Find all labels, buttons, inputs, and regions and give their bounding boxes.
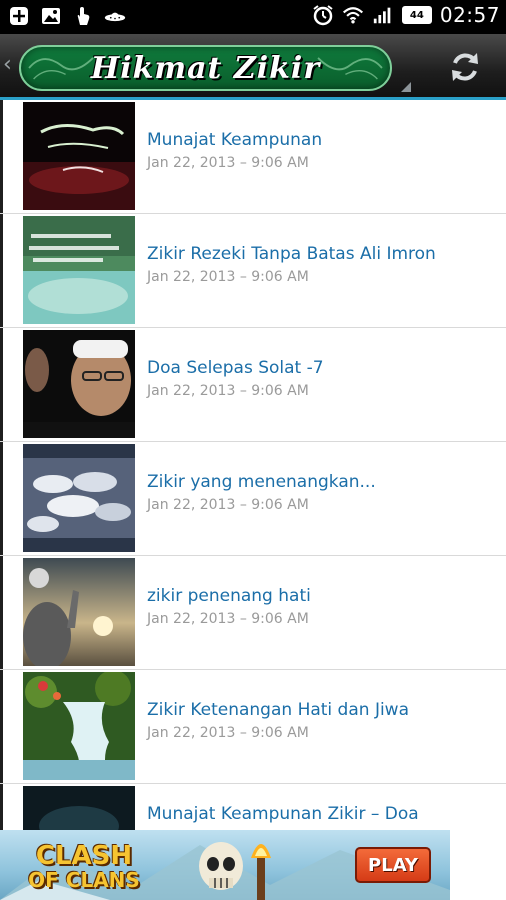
article-date: Jan 22, 2013 – 9:06 AM [147, 269, 309, 285]
ad-logo-line1: CLASH [35, 841, 133, 871]
row-edge [0, 214, 3, 327]
article-title[interactable]: Munajat Keampunan Zikir – Doa [147, 804, 497, 824]
article-thumbnail [23, 672, 135, 780]
row-edge [0, 670, 3, 783]
list-item[interactable]: Doa Selepas Solat -7 Jan 22, 2013 – 9:06… [0, 328, 506, 442]
clash-of-clans-logo: CLASH OF CLANS [16, 838, 152, 896]
article-date: Jan 22, 2013 – 9:06 AM [147, 155, 309, 171]
article-title[interactable]: zikir penenang hati [147, 586, 497, 606]
ad-banner[interactable]: CLASH OF CLANS PLAY [0, 830, 450, 900]
skeleton-torch-icon [199, 842, 271, 900]
ad-logo-line2: OF CLANS [28, 868, 140, 892]
article-date: Jan 22, 2013 – 9:06 AM [147, 725, 309, 741]
refresh-button[interactable] [440, 44, 490, 90]
article-title[interactable]: Doa Selepas Solat -7 [147, 358, 497, 378]
app-title-banner: Hikmat Zikir [19, 45, 392, 91]
article-date: Jan 22, 2013 – 9:06 AM [147, 497, 309, 513]
overflow-indicator-icon [401, 82, 411, 92]
article-date: Jan 22, 2013 – 9:06 AM [147, 383, 309, 399]
row-edge [0, 442, 3, 555]
add-box-icon [8, 5, 30, 27]
alarm-icon [312, 4, 334, 26]
list-item[interactable]: Zikir Ketenangan Hati dan Jiwa Jan 22, 2… [0, 670, 506, 784]
article-thumbnail [23, 330, 135, 438]
list-item[interactable]: Munajat Keampunan Zikir – Doa [0, 784, 506, 830]
article-thumbnail [23, 786, 135, 830]
row-edge [0, 100, 3, 213]
battery-icon: 44 [401, 6, 432, 24]
list-item[interactable]: zikir penenang hati Jan 22, 2013 – 9:06 … [0, 556, 506, 670]
ad-play-button[interactable]: PLAY [355, 847, 431, 883]
signal-icon [372, 4, 394, 26]
article-list[interactable]: Munajat Keampunan Jan 22, 2013 – 9:06 AM… [0, 100, 506, 830]
article-title[interactable]: Zikir Rezeki Tanpa Batas Ali Imron [147, 244, 497, 264]
list-item[interactable]: Zikir yang menenangkan... Jan 22, 2013 –… [0, 442, 506, 556]
article-thumbnail [23, 558, 135, 666]
row-edge [0, 328, 3, 441]
article-thumbnail [23, 444, 135, 552]
touch-hand-icon [72, 5, 94, 27]
image-icon [40, 5, 62, 27]
status-bar: 44 02:57 [0, 0, 506, 34]
back-chevron-icon[interactable]: ‹ [3, 52, 12, 77]
app-title: Hikmat Zikir [90, 51, 321, 86]
article-title[interactable]: Munajat Keampunan [147, 130, 497, 150]
article-thumbnail [23, 102, 135, 210]
row-edge [0, 784, 3, 830]
list-item[interactable]: Zikir Rezeki Tanpa Batas Ali Imron Jan 2… [0, 214, 506, 328]
row-edge [0, 556, 3, 669]
clock: 02:57 [439, 3, 500, 27]
wifi-icon [342, 4, 364, 26]
list-item[interactable]: Munajat Keampunan Jan 22, 2013 – 9:06 AM [0, 100, 506, 214]
article-thumbnail [23, 216, 135, 324]
refresh-icon [452, 53, 478, 81]
article-title[interactable]: Zikir Ketenangan Hati dan Jiwa [147, 700, 497, 720]
article-title[interactable]: Zikir yang menenangkan... [147, 472, 497, 492]
article-date: Jan 22, 2013 – 9:06 AM [147, 611, 309, 627]
app-bar: ‹ Hikmat Zikir [0, 34, 506, 100]
ufo-icon [104, 5, 126, 27]
ad-side-blank [450, 830, 506, 900]
